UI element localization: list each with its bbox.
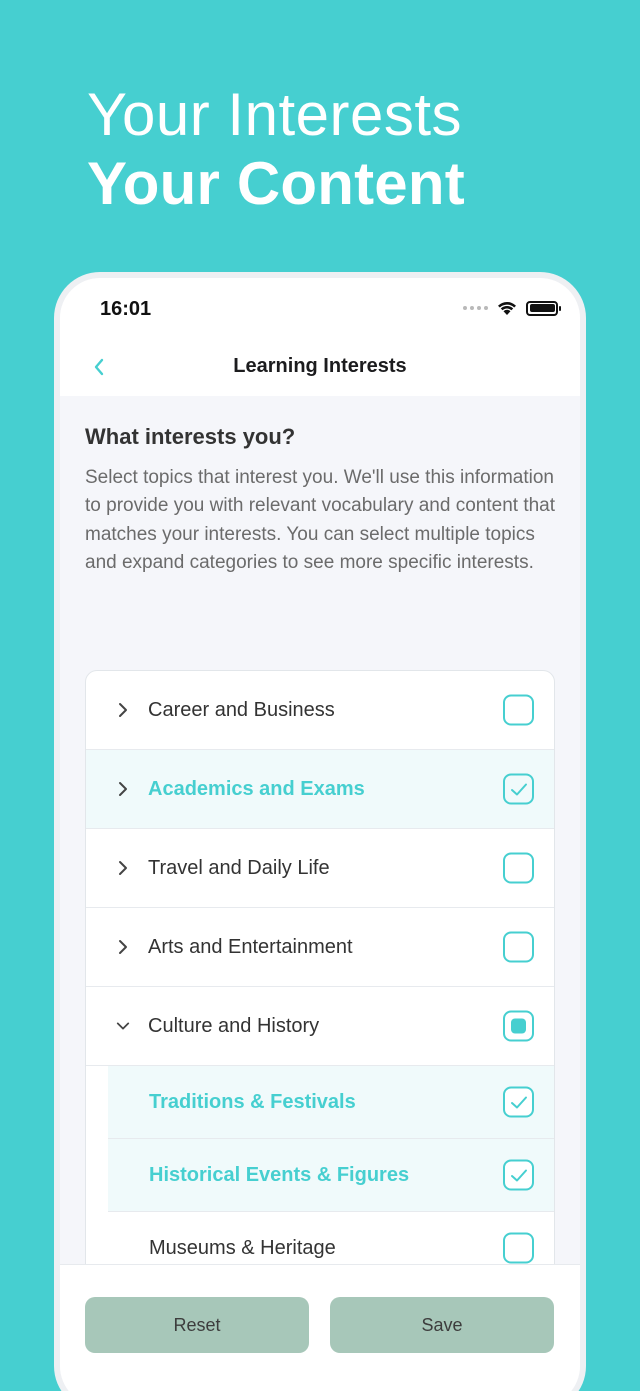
interest-list: Career and Business Academics and Exams … xyxy=(85,670,555,1286)
chevron-right-icon[interactable] xyxy=(116,861,130,875)
checkbox-unchecked[interactable] xyxy=(503,694,534,726)
checkmark-icon xyxy=(510,783,527,795)
page-title: Learning Interests xyxy=(233,355,407,377)
checkbox-partial[interactable] xyxy=(503,1010,534,1042)
intro-title: What interests you? xyxy=(85,424,296,449)
hero-line-2: Your Content xyxy=(87,150,465,217)
checkbox-checked[interactable] xyxy=(503,1086,534,1118)
intro-description: Select topics that interest you. We'll u… xyxy=(85,467,556,574)
category-label: Culture and History xyxy=(148,1014,320,1037)
wifi-icon xyxy=(498,302,516,315)
signal-icon xyxy=(463,306,488,310)
hero-line-1: Your Interests xyxy=(87,81,462,148)
category-row-travel[interactable]: Travel and Daily Life xyxy=(86,829,554,908)
checkbox-unchecked[interactable] xyxy=(503,852,534,884)
category-row-career[interactable]: Career and Business xyxy=(86,671,554,750)
footer-bar: Reset Save xyxy=(60,1264,580,1391)
battery-icon xyxy=(526,300,561,316)
checkmark-icon xyxy=(510,1169,527,1181)
chevron-right-icon[interactable] xyxy=(116,703,130,717)
status-time: 16:01 xyxy=(100,298,152,320)
category-row-culture[interactable]: Culture and History xyxy=(86,987,554,1066)
category-label: Academics and Exams xyxy=(148,777,365,800)
chevron-right-icon[interactable] xyxy=(116,940,130,954)
checkmark-icon xyxy=(510,1096,527,1108)
checkbox-checked[interactable] xyxy=(503,1159,534,1191)
subcategory-label: Traditions & Festivals xyxy=(149,1090,356,1113)
checkbox-unchecked[interactable] xyxy=(503,931,534,963)
category-label: Arts and Entertainment xyxy=(148,935,353,958)
hero-heading: Your Interests Your Content xyxy=(87,82,465,220)
subcategory-label: Historical Events & Figures xyxy=(149,1163,410,1186)
subcategory-label: Museums & Heritage xyxy=(149,1236,336,1259)
subcategory-row-historical[interactable]: Historical Events & Figures xyxy=(108,1139,554,1212)
category-row-arts[interactable]: Arts and Entertainment xyxy=(86,908,554,987)
phone-frame: 16:01 Learning Interests What interests xyxy=(54,272,586,1391)
status-icons xyxy=(463,300,561,316)
status-bar: 16:01 xyxy=(60,278,580,338)
chevron-right-icon[interactable] xyxy=(116,782,130,796)
subcategory-row-traditions[interactable]: Traditions & Festivals xyxy=(108,1066,554,1139)
intro-section: What interests you? Select topics that i… xyxy=(85,424,555,578)
category-label: Travel and Daily Life xyxy=(148,856,330,879)
partial-indicator xyxy=(511,1018,526,1034)
category-row-academics[interactable]: Academics and Exams xyxy=(86,750,554,829)
checkbox-checked[interactable] xyxy=(503,773,534,805)
save-button[interactable]: Save xyxy=(330,1297,554,1353)
subcategory-list: Traditions & Festivals Historical Events… xyxy=(86,1066,554,1285)
category-label: Career and Business xyxy=(148,698,335,721)
checkbox-unchecked[interactable] xyxy=(503,1232,534,1264)
phone-screen: 16:01 Learning Interests What interests xyxy=(60,278,580,1391)
reset-button[interactable]: Reset xyxy=(85,1297,309,1353)
nav-bar: Learning Interests xyxy=(60,338,580,396)
chevron-down-icon[interactable] xyxy=(116,1019,130,1033)
